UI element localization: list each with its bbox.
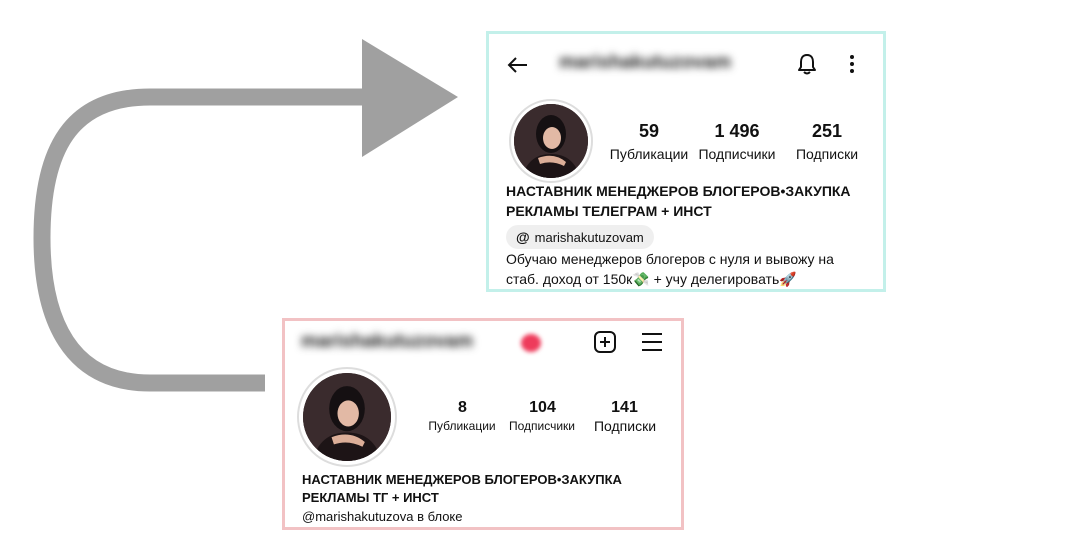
arrow-head	[362, 39, 458, 157]
bio-text-line-2: стаб. доход от 150к💸 + учу делегировать🚀	[506, 271, 797, 287]
bio-text-line-1: Обучаю менеджеров блогеров с нуля и выво…	[506, 251, 834, 267]
bio-title-line-1: НАСТАВНИК МЕНЕДЖЕРОВ БЛОГЕРОВ•ЗАКУПКА	[506, 183, 851, 199]
bio-text: @marishakutuzova в блоке	[302, 509, 463, 524]
followers-label[interactable]: Подписчики	[687, 146, 787, 162]
menu-icon[interactable]	[639, 329, 665, 355]
more-vertical-icon[interactable]	[845, 52, 859, 76]
following-count[interactable]: 251	[787, 121, 867, 142]
bio-title-line-2: РЕКЛАМЫ ТГ + ИНСТ	[302, 490, 439, 505]
avatar[interactable]	[514, 104, 588, 178]
username: marishakutuzovam	[559, 52, 732, 73]
notification-dot	[521, 334, 541, 352]
threads-badge[interactable]: @ marishakutuzovam	[506, 225, 654, 249]
posts-label: Публикации	[428, 419, 496, 433]
posts-label: Публикации	[609, 146, 689, 162]
followers-label[interactable]: Подписчики	[497, 419, 587, 433]
posts-count: 8	[458, 399, 467, 416]
bell-icon[interactable]	[795, 52, 819, 76]
following-label[interactable]: Подписки	[777, 146, 877, 162]
avatar[interactable]	[303, 373, 391, 461]
followers-count[interactable]: 104	[505, 399, 580, 417]
profile-after-card: marishakutuzovam 59 Публикации 1 496 Под…	[486, 31, 886, 292]
following-label[interactable]: Подписки	[582, 418, 668, 434]
posts-count: 59	[638, 121, 660, 141]
profile-before-card: marishakutuzovam 8 Публикации 104 Подпис…	[282, 318, 684, 530]
followers-count[interactable]: 1 496	[697, 121, 777, 142]
following-count[interactable]: 141	[587, 399, 662, 417]
bio-title-line-1: НАСТАВНИК МЕНЕДЖЕРОВ БЛОГЕРОВ•ЗАКУПКА	[302, 472, 622, 487]
bio-title-line-2: РЕКЛАМЫ ТЕЛЕГРАМ + ИНСТ	[506, 203, 712, 219]
add-post-icon[interactable]	[592, 329, 618, 355]
threads-handle: marishakutuzovam	[534, 229, 644, 245]
threads-icon: @	[516, 229, 530, 245]
username: marishakutuzovam	[301, 331, 474, 352]
back-arrow-icon[interactable]	[505, 52, 531, 78]
